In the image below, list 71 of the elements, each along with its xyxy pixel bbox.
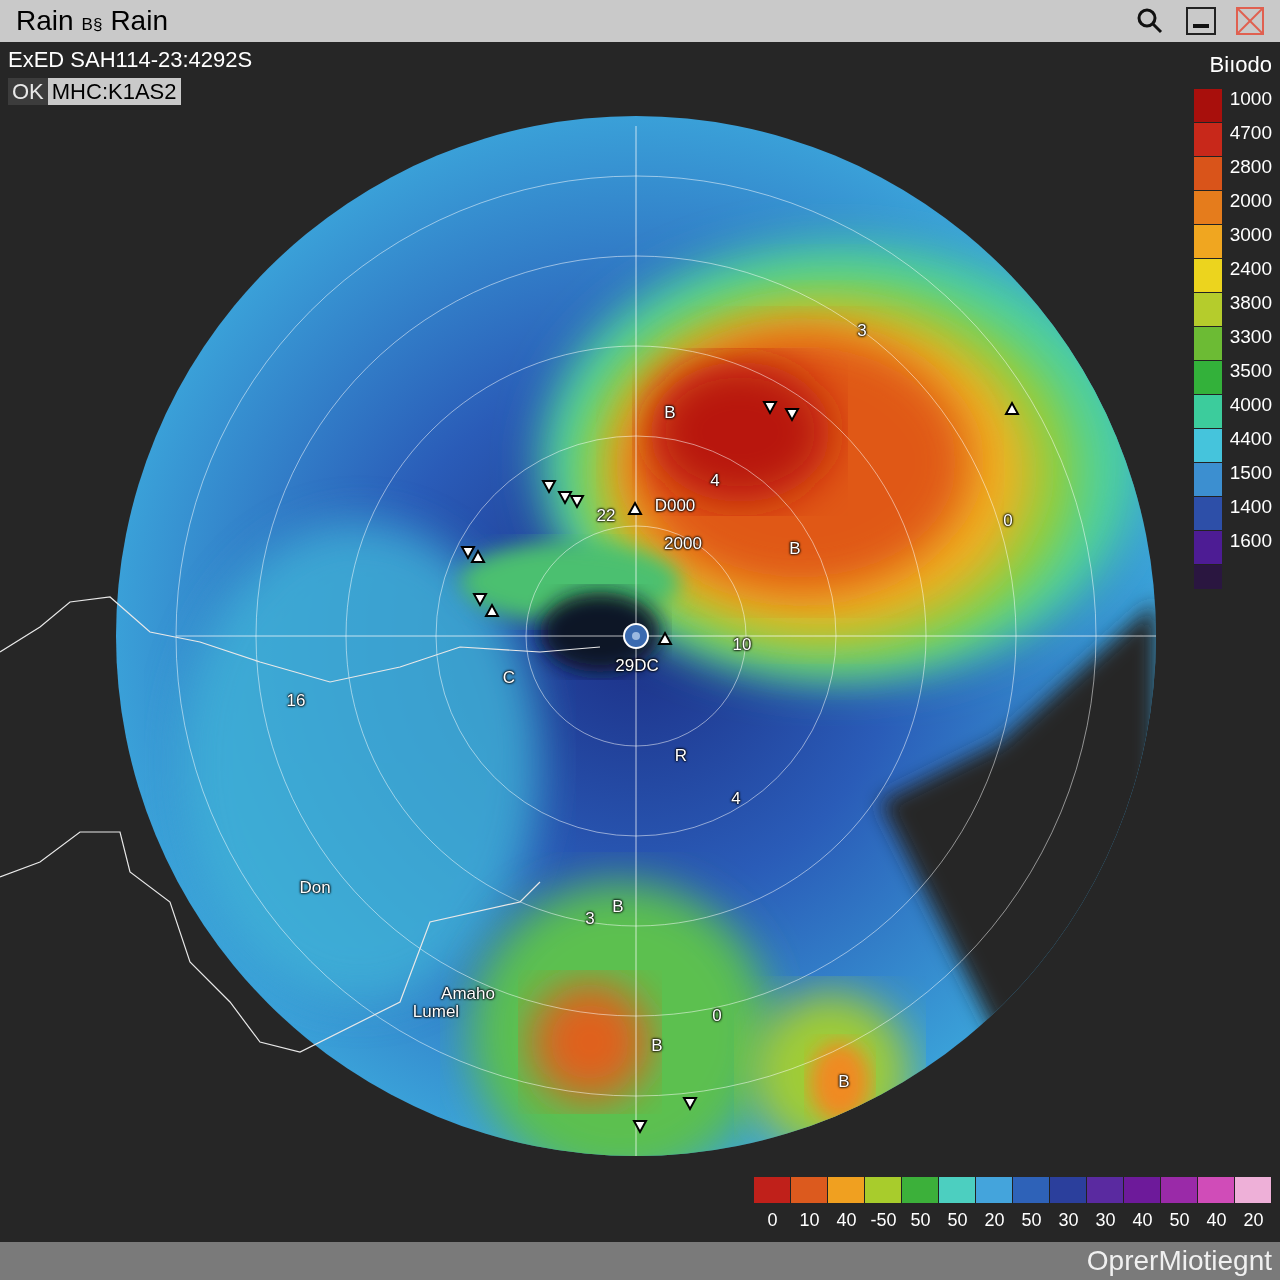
legend-value: 1500 (1229, 463, 1272, 485)
legend-value: 1600 (1229, 531, 1272, 553)
map-label: R (674, 746, 688, 764)
map-label: B (612, 897, 624, 915)
legend-value: 4000 (1229, 395, 1272, 417)
scale-value: 50 (910, 1209, 931, 1232)
map-label: D000 (654, 496, 696, 514)
scale-value: 10 (799, 1209, 820, 1232)
status-text: OprerMiotiegnt (1086, 1244, 1272, 1278)
legend-value: 4400 (1229, 429, 1272, 451)
map-label: 0 (712, 1006, 722, 1024)
scale-value: 20 (1243, 1209, 1264, 1232)
legend-title: Biıodo (1209, 51, 1272, 79)
map-label: B (664, 403, 676, 421)
map-label: B (789, 539, 801, 557)
triangle-marker-icon (460, 546, 476, 561)
triangle-marker-icon (657, 630, 673, 645)
triangle-marker-icon (762, 401, 778, 416)
map-label: 22 (596, 506, 616, 524)
scale-value: 40 (1206, 1209, 1227, 1232)
map-label: Don (299, 878, 331, 896)
legend-value: 3300 (1229, 327, 1272, 349)
status-label: OK (8, 77, 48, 105)
map-label: 29DC (615, 656, 659, 674)
triangle-marker-icon (1004, 400, 1020, 415)
legend-value: 2400 (1229, 259, 1272, 281)
minimize-button[interactable] (1186, 7, 1216, 35)
map-label: B (838, 1072, 850, 1090)
map-label: 4 (731, 789, 741, 807)
legend-value: 3500 (1229, 361, 1272, 383)
triangle-marker-icon (627, 500, 643, 515)
map-label: 10 (732, 635, 752, 653)
map-label: 3 (585, 909, 595, 927)
triangle-marker-icon (569, 495, 585, 510)
legend-value: 3800 (1229, 293, 1272, 315)
map-label: 2000 (664, 534, 702, 552)
scale-value: 50 (1021, 1209, 1042, 1232)
map-label: 16 (286, 691, 306, 709)
legend-value: 2800 (1229, 157, 1272, 179)
legend-value: 2000 (1229, 191, 1272, 213)
scale-value: 40 (836, 1209, 857, 1232)
triangle-marker-icon (784, 408, 800, 423)
map-label: C (502, 668, 516, 686)
scale-value: 30 (1058, 1209, 1079, 1232)
triangle-marker-icon (472, 593, 488, 608)
scale-value: 20 (984, 1209, 1005, 1232)
triangle-marker-icon (541, 480, 557, 495)
scale-value: -50 (870, 1209, 897, 1232)
legend-value: 4700 (1229, 123, 1272, 145)
map-label: 4 (710, 471, 720, 489)
triangle-marker-icon (484, 602, 500, 617)
map-label: B (651, 1036, 663, 1054)
window-title: Rain B§ Rain (16, 4, 168, 38)
scale-value: 40 (1132, 1209, 1153, 1232)
scale-value: 50 (1169, 1209, 1190, 1232)
triangle-marker-icon (682, 1097, 698, 1112)
map-label: Lumel (412, 1002, 460, 1020)
map-label: Amaho (441, 984, 495, 1002)
scale-value: 30 (1095, 1209, 1116, 1232)
station-info: ExED SAH114-23:4292S (8, 46, 253, 74)
scale-value: 0 (767, 1209, 778, 1232)
triangle-marker-icon (632, 1120, 648, 1135)
legend-value: 1000 (1229, 89, 1272, 111)
station-code: MHC:K1AS2 (47, 77, 181, 105)
triangle-marker-icon (557, 491, 573, 506)
map-label: 0 (1003, 511, 1013, 529)
triangle-marker-icon (470, 548, 486, 563)
legend-value: 1400 (1229, 497, 1272, 519)
map-label: 3 (857, 321, 867, 339)
legend-value: 3000 (1229, 225, 1272, 247)
scale-value: 50 (947, 1209, 968, 1232)
